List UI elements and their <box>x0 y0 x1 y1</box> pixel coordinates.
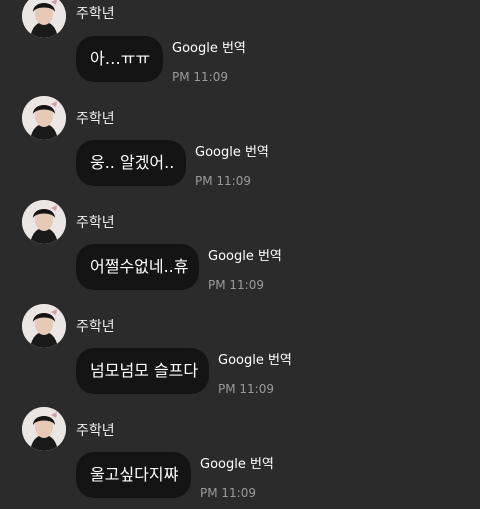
chat-thread: 주학년 아…ㅠㅠ Google 번역 PM 11:09 주학년 웅.. 알겠어.… <box>0 0 480 509</box>
google-translate-link[interactable]: Google 번역 <box>200 457 274 473</box>
message-bubble[interactable]: 울고싶다지쨔 <box>76 452 191 498</box>
avatar-portrait-icon <box>22 407 66 451</box>
chat-message: 주학년 넘모넘모 슬프다 Google 번역 PM 11:09 <box>0 304 480 404</box>
google-translate-link[interactable]: Google 번역 <box>172 41 246 57</box>
message-timestamp: PM 11:09 <box>218 382 274 396</box>
sender-name: 주학년 <box>76 215 115 231</box>
sender-avatar[interactable] <box>22 0 66 38</box>
message-timestamp: PM 11:09 <box>195 174 251 188</box>
google-translate-link[interactable]: Google 번역 <box>208 249 282 265</box>
avatar-portrait-icon <box>22 0 66 38</box>
sender-avatar[interactable] <box>22 200 66 244</box>
message-bubble[interactable]: 아…ㅠㅠ <box>76 36 163 82</box>
message-bubble[interactable]: 웅.. 알겠어.. <box>76 140 186 186</box>
sender-avatar[interactable] <box>22 407 66 451</box>
message-timestamp: PM 11:09 <box>200 486 256 500</box>
sender-name: 주학년 <box>76 319 115 335</box>
message-timestamp: PM 11:09 <box>172 70 228 84</box>
chat-message: 주학년 어쩔수없네..휴 Google 번역 PM 11:09 <box>0 200 480 300</box>
sender-avatar[interactable] <box>22 96 66 140</box>
google-translate-link[interactable]: Google 번역 <box>218 353 292 369</box>
avatar-portrait-icon <box>22 304 66 348</box>
message-bubble[interactable]: 어쩔수없네..휴 <box>76 244 199 290</box>
sender-name: 주학년 <box>76 423 115 439</box>
sender-name: 주학년 <box>76 6 115 22</box>
chat-message: 주학년 울고싶다지쨔 Google 번역 PM 11:09 <box>0 407 480 507</box>
avatar-portrait-icon <box>22 200 66 244</box>
sender-name: 주학년 <box>76 111 115 127</box>
avatar-portrait-icon <box>22 96 66 140</box>
google-translate-link[interactable]: Google 번역 <box>195 145 269 161</box>
chat-message: 주학년 웅.. 알겠어.. Google 번역 PM 11:09 <box>0 96 480 196</box>
message-bubble[interactable]: 넘모넘모 슬프다 <box>76 348 209 394</box>
chat-message: 주학년 아…ㅠㅠ Google 번역 PM 11:09 <box>0 0 480 94</box>
message-timestamp: PM 11:09 <box>208 278 264 292</box>
sender-avatar[interactable] <box>22 304 66 348</box>
